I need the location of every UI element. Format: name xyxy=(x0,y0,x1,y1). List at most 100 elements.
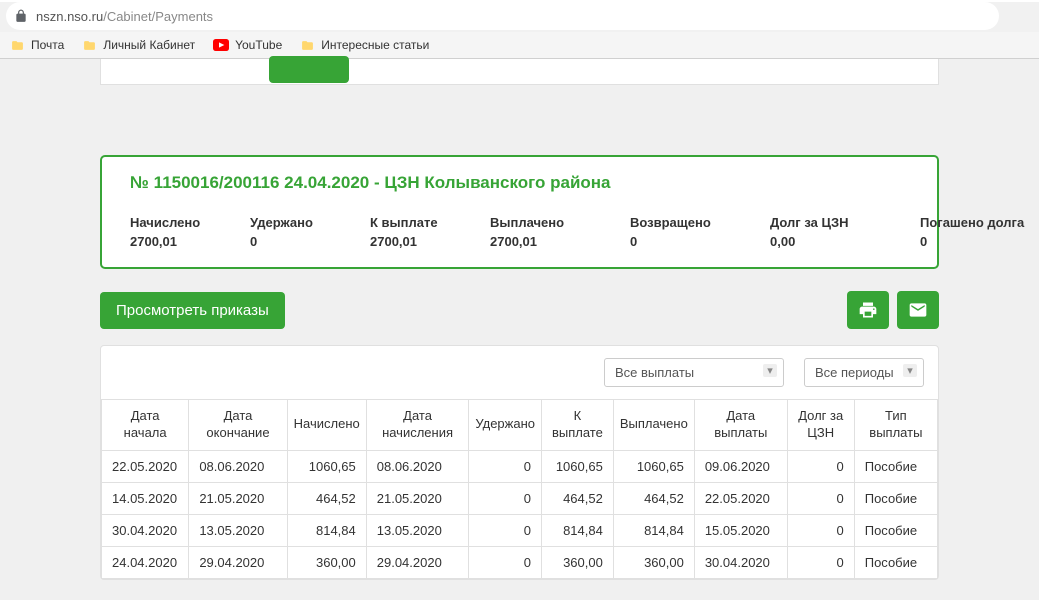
table-cell: 30.04.2020 xyxy=(102,514,189,546)
table-cell: 0 xyxy=(469,482,542,514)
th-end-date: Дата окончание xyxy=(189,400,287,451)
table-row: 30.04.202013.05.2020814,8413.05.20200814… xyxy=(102,514,938,546)
filter-payments-dropdown[interactable]: Все выплаты xyxy=(604,358,784,387)
print-icon xyxy=(858,300,878,320)
folder-icon xyxy=(82,39,97,52)
table-cell: 814,84 xyxy=(613,514,694,546)
payments-table-card: Все выплаты Все периоды Дата начала Дата… xyxy=(100,345,939,580)
th-debt: Долг за ЦЗН xyxy=(787,400,854,451)
table-cell: 08.06.2020 xyxy=(189,450,287,482)
table-cell: 30.04.2020 xyxy=(694,546,787,578)
summary-label: Начислено xyxy=(130,215,240,230)
summary-value: 2700,01 xyxy=(130,234,240,249)
summary-col-to-pay: К выплате 2700,01 xyxy=(370,215,480,249)
table-cell: 814,84 xyxy=(287,514,366,546)
table-cell: 814,84 xyxy=(541,514,613,546)
table-row: 14.05.202021.05.2020464,5221.05.20200464… xyxy=(102,482,938,514)
table-cell: 464,52 xyxy=(287,482,366,514)
summary-col-accrued: Начислено 2700,01 xyxy=(130,215,240,249)
table-cell: Пособие xyxy=(854,450,937,482)
table-cell: Пособие xyxy=(854,482,937,514)
filter-periods-dropdown[interactable]: Все периоды xyxy=(804,358,924,387)
summary-row: Начислено 2700,01 Удержано 0 К выплате 2… xyxy=(130,215,909,249)
table-cell: 0 xyxy=(469,514,542,546)
table-cell: 0 xyxy=(469,546,542,578)
bookmark-label: Почта xyxy=(31,38,64,52)
summary-label: Выплачено xyxy=(490,215,620,230)
table-cell: 0 xyxy=(787,514,854,546)
bookmark-mail[interactable]: Почта xyxy=(10,38,64,52)
summary-col-debt: Долг за ЦЗН 0,00 xyxy=(770,215,910,249)
table-cell: 1060,65 xyxy=(613,450,694,482)
table-cell: 24.04.2020 xyxy=(102,546,189,578)
table-row: 22.05.202008.06.20201060,6508.06.2020010… xyxy=(102,450,938,482)
browser-chrome: nszn.nso.ru/Cabinet/Payments Почта Личны… xyxy=(0,2,1039,59)
summary-col-withheld: Удержано 0 xyxy=(250,215,360,249)
summary-label: Возвращено xyxy=(630,215,760,230)
table-cell: 0 xyxy=(787,450,854,482)
table-cell: 29.04.2020 xyxy=(366,546,469,578)
th-to-pay: К выплате xyxy=(541,400,613,451)
th-paid: Выплачено xyxy=(613,400,694,451)
th-accrual-date: Дата начисления xyxy=(366,400,469,451)
summary-col-returned: Возвращено 0 xyxy=(630,215,760,249)
page-content: № 1150016/200116 24.04.2020 - ЦЗН Колыва… xyxy=(0,59,1039,600)
view-orders-button[interactable]: Просмотреть приказы xyxy=(100,292,285,329)
summary-col-paid: Выплачено 2700,01 xyxy=(490,215,620,249)
table-cell: 13.05.2020 xyxy=(189,514,287,546)
summary-label: Погашено долга xyxy=(920,215,1039,230)
table-cell: 1060,65 xyxy=(541,450,613,482)
email-button[interactable] xyxy=(897,291,939,329)
summary-value: 0 xyxy=(630,234,760,249)
table-cell: 360,00 xyxy=(541,546,613,578)
bookmarks-bar: Почта Личный Кабинет YouTube Интересные … xyxy=(0,32,1039,58)
top-panel-fragment xyxy=(100,59,939,85)
table-cell: 0 xyxy=(787,482,854,514)
summary-title: № 1150016/200116 24.04.2020 - ЦЗН Колыва… xyxy=(130,173,909,193)
table-cell: 22.05.2020 xyxy=(102,450,189,482)
table-cell: 13.05.2020 xyxy=(366,514,469,546)
summary-label: Удержано xyxy=(250,215,360,230)
table-cell: 0 xyxy=(469,450,542,482)
table-cell: 14.05.2020 xyxy=(102,482,189,514)
filters-row: Все выплаты Все периоды xyxy=(101,346,938,399)
table-cell: Пособие xyxy=(854,546,937,578)
mail-icon xyxy=(908,300,928,320)
bookmark-youtube[interactable]: YouTube xyxy=(213,38,282,52)
summary-label: К выплате xyxy=(370,215,480,230)
table-cell: 1060,65 xyxy=(287,450,366,482)
table-cell: 21.05.2020 xyxy=(189,482,287,514)
url-bar[interactable]: nszn.nso.ru/Cabinet/Payments xyxy=(6,2,999,30)
summary-label: Долг за ЦЗН xyxy=(770,215,910,230)
print-button[interactable] xyxy=(847,291,889,329)
table-header-row: Дата начала Дата окончание Начислено Дат… xyxy=(102,400,938,451)
folder-icon xyxy=(10,39,25,52)
table-cell: Пособие xyxy=(854,514,937,546)
actions-row: Просмотреть приказы xyxy=(100,291,939,329)
green-button-fragment[interactable] xyxy=(269,56,349,83)
th-withheld: Удержано xyxy=(469,400,542,451)
lock-icon xyxy=(14,9,28,23)
th-start-date: Дата начала xyxy=(102,400,189,451)
summary-value: 0 xyxy=(250,234,360,249)
table-cell: 08.06.2020 xyxy=(366,450,469,482)
table-cell: 360,00 xyxy=(287,546,366,578)
table-cell: 464,52 xyxy=(541,482,613,514)
url-text: nszn.nso.ru/Cabinet/Payments xyxy=(36,9,213,24)
summary-col-repaid: Погашено долга 0 xyxy=(920,215,1039,249)
payments-table: Дата начала Дата окончание Начислено Дат… xyxy=(101,399,938,579)
table-row: 24.04.202029.04.2020360,0029.04.20200360… xyxy=(102,546,938,578)
folder-icon xyxy=(300,39,315,52)
bookmark-cabinet[interactable]: Личный Кабинет xyxy=(82,38,195,52)
summary-value: 0 xyxy=(920,234,1039,249)
table-cell: 464,52 xyxy=(613,482,694,514)
table-cell: 22.05.2020 xyxy=(694,482,787,514)
bookmark-articles[interactable]: Интересные статьи xyxy=(300,38,429,52)
summary-value: 2700,01 xyxy=(370,234,480,249)
table-cell: 29.04.2020 xyxy=(189,546,287,578)
th-accrued: Начислено xyxy=(287,400,366,451)
th-type: Тип выплаты xyxy=(854,400,937,451)
summary-value: 2700,01 xyxy=(490,234,620,249)
youtube-icon xyxy=(213,39,229,51)
bookmark-label: YouTube xyxy=(235,38,282,52)
